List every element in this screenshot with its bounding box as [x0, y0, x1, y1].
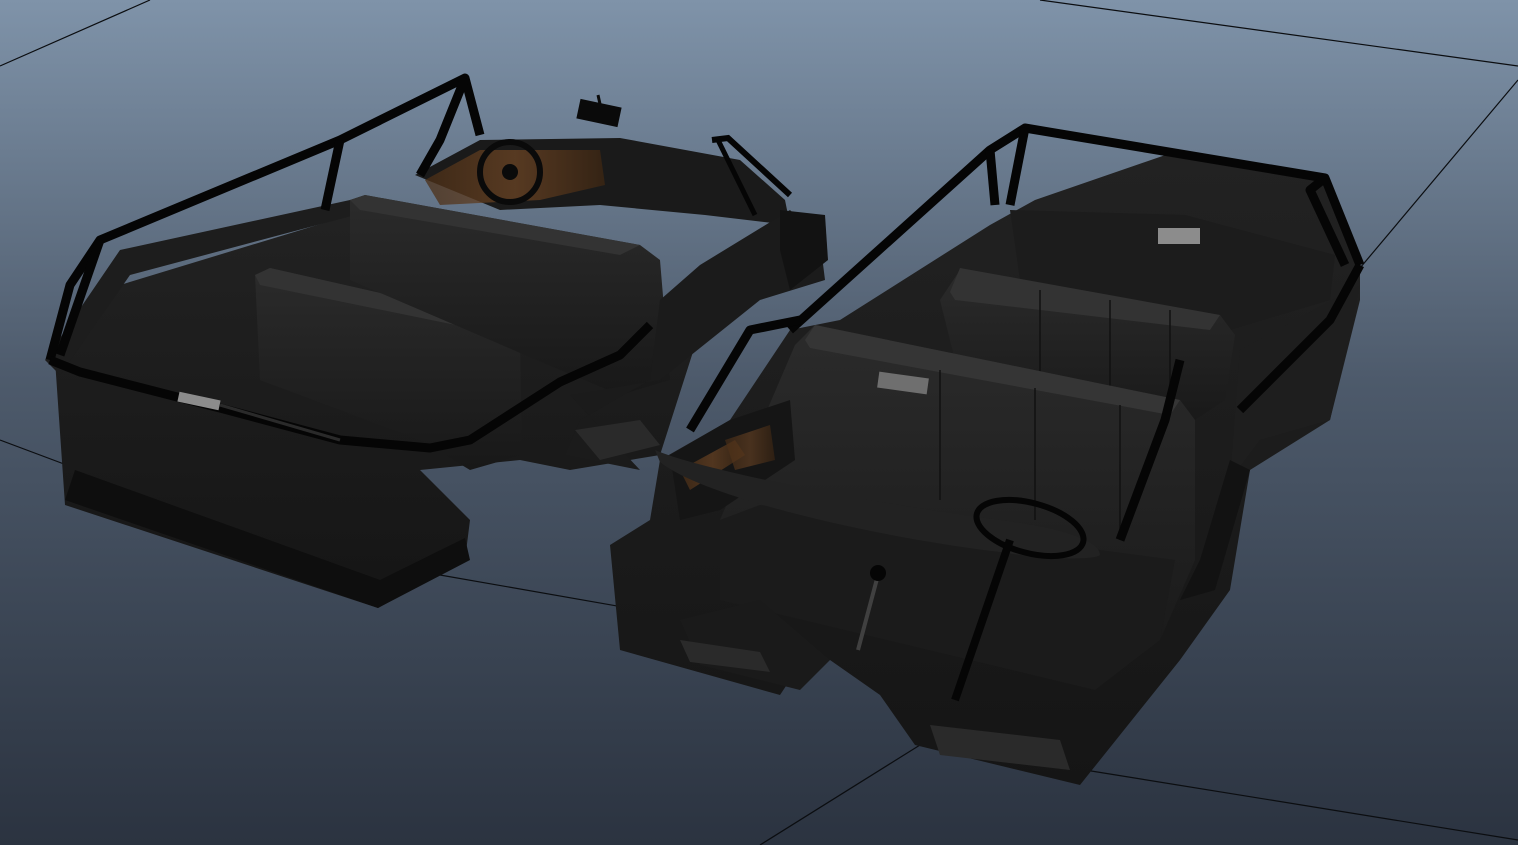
viewport-canvas[interactable]: [0, 0, 1518, 845]
3d-viewport[interactable]: [0, 0, 1518, 845]
right-latch: [1158, 228, 1200, 244]
left-steering-hub-icon: [502, 164, 518, 180]
right-gear-knob-icon: [870, 565, 886, 581]
